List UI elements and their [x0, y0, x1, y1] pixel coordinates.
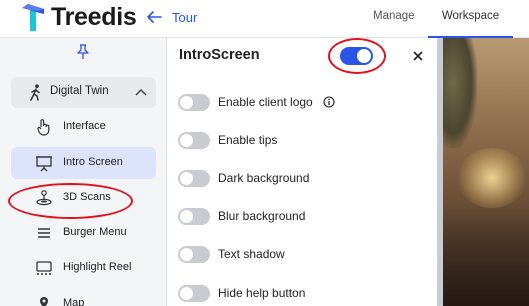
chevron-up-icon[interactable]	[135, 87, 147, 97]
scene-shadow	[437, 208, 529, 306]
option-blur-background: Blur background	[178, 206, 428, 228]
option-text-shadow: Text shadow	[178, 244, 428, 266]
map-icon	[40, 297, 48, 306]
toggle-knob	[180, 248, 193, 261]
back-arrow-icon[interactable]	[146, 9, 162, 25]
panel-title: IntroScreen	[179, 47, 260, 63]
pin-icon[interactable]	[76, 44, 90, 60]
scene-plant	[437, 38, 477, 148]
sidebar-group-digital-twin[interactable]: Digital Twin	[11, 77, 156, 108]
sidebar: Digital Twin Interface Intro Screen 3D S…	[0, 38, 167, 306]
scene-light	[457, 148, 527, 208]
intro-screen-panel: IntroScreen Enable client logo Enable ti…	[167, 38, 437, 306]
sidebar-group-label: Digital Twin	[50, 85, 109, 97]
hamburger-menu-icon	[38, 228, 50, 238]
option-label: Enable tips	[218, 133, 278, 147]
sidebar-item-3d-scans[interactable]: 3D Scans	[11, 182, 156, 214]
person-walking-icon	[30, 84, 40, 101]
option-label: Dark background	[218, 171, 310, 185]
option-toggle[interactable]	[178, 285, 210, 302]
info-icon[interactable]	[323, 96, 335, 108]
close-icon[interactable]	[411, 49, 425, 63]
sidebar-item-label: Interface	[63, 120, 106, 132]
panel-resize-handle[interactable]	[437, 38, 443, 306]
top-header: Treedis Tour Manage Workspace	[0, 0, 529, 38]
option-toggle[interactable]	[178, 246, 210, 263]
toggle-knob	[180, 210, 193, 223]
nav-tab-workspace[interactable]: Workspace	[428, 0, 513, 38]
option-enable-tips: Enable tips	[178, 130, 428, 152]
sidebar-item-label: Intro Screen	[63, 156, 123, 168]
nav-tab-manage[interactable]: Manage	[373, 10, 415, 22]
option-label: Hide help button	[218, 286, 306, 300]
3d-scene-viewport[interactable]	[437, 38, 529, 306]
treedis-logo-icon[interactable]	[22, 4, 44, 31]
intro-screen-enable-toggle[interactable]	[340, 47, 373, 65]
sidebar-item-label: Highlight Reel	[63, 261, 132, 273]
toggle-knob	[180, 287, 193, 300]
sidebar-item-label: 3D Scans	[63, 191, 111, 203]
sidebar-item-map[interactable]: Map	[11, 288, 156, 306]
toggle-knob	[357, 49, 371, 63]
presentation-screen-icon	[36, 156, 52, 172]
highlight-reel-icon	[36, 261, 52, 275]
option-label: Text shadow	[218, 247, 285, 261]
sidebar-item-interface[interactable]: Interface	[11, 111, 156, 143]
sidebar-item-highlight-reel[interactable]: Highlight Reel	[11, 252, 156, 284]
option-label: Enable client logo	[218, 95, 313, 109]
scan-icon	[36, 190, 52, 206]
option-dark-background: Dark background	[178, 168, 428, 190]
option-hide-help-button: Hide help button	[178, 283, 428, 305]
option-enable-client-logo: Enable client logo	[178, 92, 428, 114]
sidebar-item-burger-menu[interactable]: Burger Menu	[11, 217, 156, 249]
option-toggle[interactable]	[178, 170, 210, 187]
option-label: Blur background	[218, 209, 306, 223]
sidebar-item-intro-screen[interactable]: Intro Screen	[11, 147, 156, 179]
option-toggle[interactable]	[178, 132, 210, 149]
toggle-knob	[180, 96, 193, 109]
pointer-hand-icon	[37, 119, 50, 136]
toggle-knob	[180, 172, 193, 185]
option-toggle[interactable]	[178, 94, 210, 111]
option-toggle[interactable]	[178, 208, 210, 225]
toggle-knob	[180, 134, 193, 147]
sidebar-item-label: Burger Menu	[63, 226, 127, 238]
back-link-tour[interactable]: Tour	[172, 10, 197, 25]
sidebar-item-label: Map	[63, 297, 85, 306]
brand-name: Treedis	[51, 3, 137, 31]
